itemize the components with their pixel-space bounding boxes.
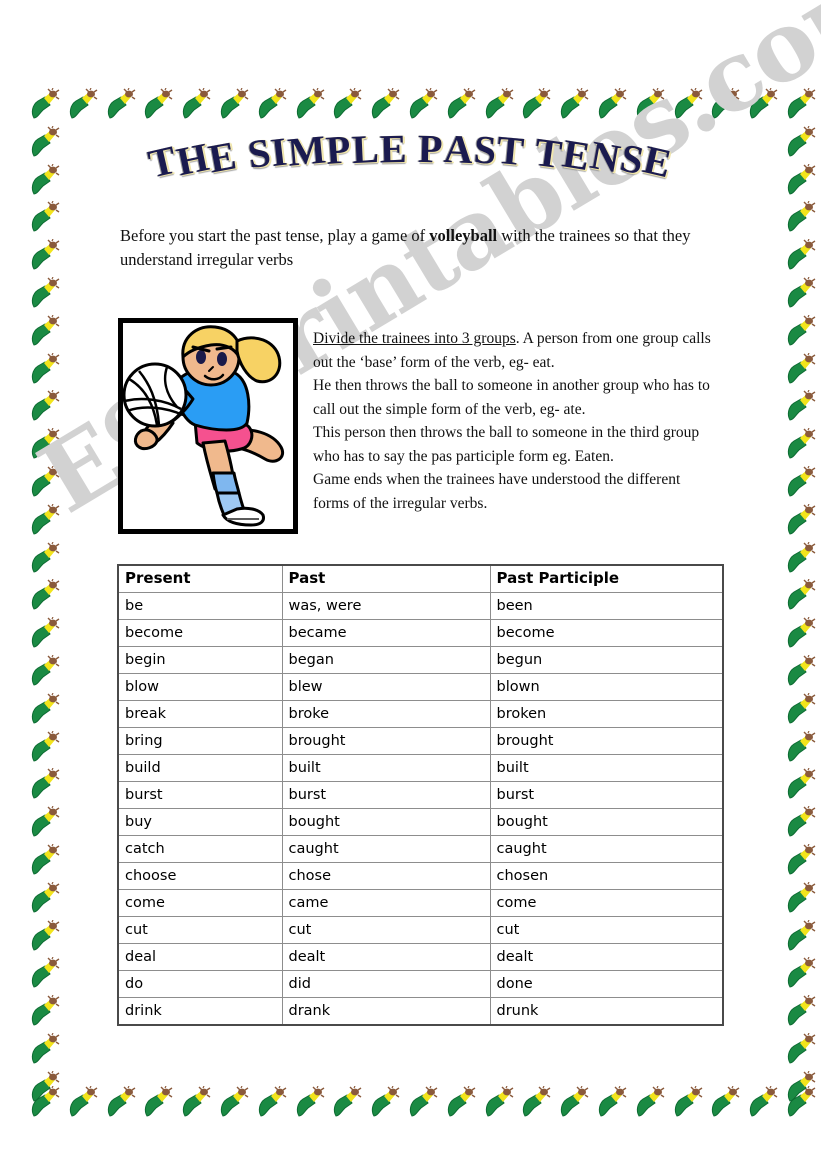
table-cell: come: [117, 889, 283, 917]
table-cell: been: [489, 592, 724, 620]
table-row: catch caught caught: [117, 835, 724, 863]
table-row: bring brought brought: [117, 727, 724, 755]
intro-paragraph: Before you start the past tense, play a …: [120, 224, 700, 272]
table-cell: was, were: [281, 592, 491, 620]
table-cell: become: [117, 619, 283, 647]
table-cell: did: [281, 970, 491, 998]
table-row: buy bought bought: [117, 808, 724, 836]
table-cell: chose: [281, 862, 491, 890]
table-cell: bought: [281, 808, 491, 836]
table-row: break broke broken: [117, 700, 724, 728]
table-cell: come: [489, 889, 724, 917]
table-cell: begun: [489, 646, 724, 674]
table-cell: built: [489, 754, 724, 782]
irregular-verbs-table: Present Past Past Participle be was, were be…: [117, 564, 724, 1026]
worksheet-page: ESLprintables.com THE SIMPLE PAST TENSE …: [0, 0, 821, 1169]
table-row: build built built: [117, 754, 724, 782]
table-cell: caught: [281, 835, 491, 863]
title-letter: P: [417, 125, 445, 172]
table-row: come came come: [117, 889, 724, 917]
table-head: Present Past Past Participle: [117, 564, 724, 593]
table-cell: deal: [117, 943, 283, 971]
table-cell: caught: [489, 835, 724, 863]
table-cell: become: [489, 619, 724, 647]
table-row: begin began begun: [117, 646, 724, 674]
table-row: be was, were been: [117, 592, 724, 620]
table-cell: build: [117, 754, 283, 782]
worksheet-content: THE SIMPLE PAST TENSE Before you start t…: [0, 0, 821, 1169]
table-cell: choose: [117, 862, 283, 890]
table-cell: brought: [281, 727, 491, 755]
table-cell: catch: [117, 835, 283, 863]
table-cell: burst: [281, 781, 491, 809]
table-cell: drink: [117, 997, 283, 1026]
table-cell: built: [281, 754, 491, 782]
table-cell: cut: [281, 916, 491, 944]
table-cell: blown: [489, 673, 724, 701]
instruction-underlined-lead: Divide the trainees into 3 groups: [313, 330, 516, 347]
instruction-line-3: This person then throws the ball to some…: [313, 424, 700, 465]
title-letter: L: [350, 125, 381, 173]
table-cell: dealt: [281, 943, 491, 971]
table-cell: blow: [117, 673, 283, 701]
table-cell: became: [281, 619, 491, 647]
page-title: THE SIMPLE PAST TENSE: [0, 126, 821, 208]
table-cell: burst: [117, 781, 283, 809]
table-cell: broken: [489, 700, 724, 728]
table-row: blow blew blown: [117, 673, 724, 701]
title-letter: [407, 125, 418, 172]
table-cell: brought: [489, 727, 724, 755]
table-row: choose chose chosen: [117, 862, 724, 890]
table-cell: buy: [117, 808, 283, 836]
title-letter: P: [324, 126, 354, 173]
table-cell: be: [117, 592, 283, 620]
table-row: deal dealt dealt: [117, 943, 724, 971]
table-cell: chosen: [489, 862, 724, 890]
table-cell: blew: [281, 673, 491, 701]
table-cell: broke: [281, 700, 491, 728]
title-letter: M: [285, 126, 329, 175]
table-cell: dealt: [489, 943, 724, 971]
table-row: drink drank drunk: [117, 997, 724, 1026]
table-cell: break: [117, 700, 283, 728]
table-row: cut cut cut: [117, 916, 724, 944]
table-cell: do: [117, 970, 283, 998]
table-row: do did done: [117, 970, 724, 998]
intro-text-bold: volleyball: [429, 226, 498, 245]
volleyball-player-illustration: [123, 325, 284, 527]
table-header-row: Present Past Past Participle: [117, 564, 724, 593]
table-cell: bring: [117, 727, 283, 755]
table-header-cell-0: Present: [117, 564, 283, 593]
table-header-cell-2: Past Participle: [489, 564, 724, 593]
table-cell: burst: [489, 781, 724, 809]
table-row: burst burst burst: [117, 781, 724, 809]
volleyball-player-image: [118, 318, 298, 534]
table-cell: done: [489, 970, 724, 998]
title-letter: A: [442, 125, 475, 173]
table-cell: begin: [117, 646, 283, 674]
table-row: become became become: [117, 619, 724, 647]
table-cell: cut: [489, 916, 724, 944]
table-cell: began: [281, 646, 491, 674]
intro-text-before: Before you start the past tense, play a …: [120, 226, 430, 245]
page-title-text: THE SIMPLE PAST TENSE: [145, 126, 677, 187]
table-cell: came: [281, 889, 491, 917]
table-header-cell-1: Past: [281, 564, 491, 593]
table-cell: drank: [281, 997, 491, 1026]
instruction-line-2: He then throws the ball to someone in an…: [313, 377, 710, 418]
game-instructions: Divide the trainees into 3 groups. A per…: [313, 327, 713, 515]
title-letter: E: [379, 125, 408, 172]
table-cell: bought: [489, 808, 724, 836]
instruction-line-4: Game ends when the trainees have underst…: [313, 471, 681, 512]
table-body: be was, were been become became become begin be…: [117, 592, 724, 1026]
instruction-line-1: Divide the trainees into 3 groups. A per…: [313, 327, 713, 374]
table-cell: drunk: [489, 997, 724, 1026]
table-cell: cut: [117, 916, 283, 944]
